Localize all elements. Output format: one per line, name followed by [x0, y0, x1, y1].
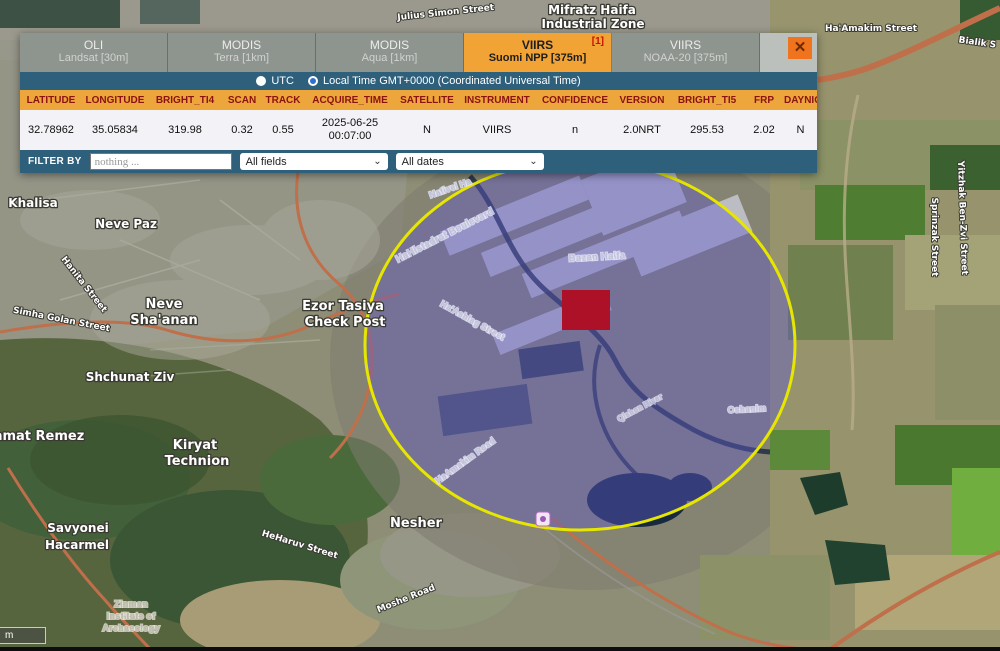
col-scan: SCAN: [222, 95, 262, 106]
harbor-water2: [140, 0, 200, 24]
map-label-haamakim-street: Ha'Amakim Street: [825, 24, 918, 34]
radio-icon: [256, 76, 266, 86]
cell-confidence: n: [536, 124, 614, 136]
dates-select-value: All dates: [402, 156, 444, 168]
utc-radio-option[interactable]: UTC: [256, 75, 294, 87]
map-label-neve-paz: Neve Paz: [95, 217, 157, 231]
col-bright-ti4: BRIGHT_TI4: [148, 95, 222, 106]
detection-radius-overlay: [365, 160, 795, 530]
bottom-strip: [0, 647, 1000, 651]
col-instrument: INSTRUMENT: [458, 95, 536, 106]
tab-bar: OLI Landsat [30m] MODIS Terra [1km] MODI…: [20, 33, 817, 72]
utc-label: UTC: [271, 75, 294, 87]
chevron-down-icon: ⌄: [373, 156, 381, 167]
filter-bar: FILTER BY All fields ⌄ All dates ⌄: [20, 150, 817, 173]
col-confidence: CONFIDENCE: [536, 95, 614, 106]
acquire-time: 00:07:00: [304, 130, 396, 143]
cell-latitude: 32.78962: [20, 124, 82, 136]
col-bright-ti5: BRIGHT_TI5: [670, 95, 744, 106]
map-label-industrial-zone: Industrial Zone: [541, 17, 644, 31]
fields-select[interactable]: All fields ⌄: [240, 153, 388, 170]
map-label-mifratz-haifa: Mifratz Haifa: [548, 3, 636, 17]
map-label-oshanim: Oshanim: [727, 403, 766, 415]
scale-bar: m: [0, 627, 46, 644]
map-label-technion: Technion: [165, 454, 230, 469]
filter-input[interactable]: [90, 153, 232, 170]
fields-select-value: All fields: [246, 156, 287, 168]
tab-sublabel: NOAA-20 [375m]: [612, 52, 759, 65]
tab-label: VIIRS: [464, 38, 611, 52]
map-label-neve-shaanan-2: Sha'anan: [130, 313, 197, 328]
table-header: LATITUDE LONGITUDE BRIGHT_TI4 SCAN TRACK…: [20, 90, 817, 110]
map-label-zinman: Zinman: [114, 599, 148, 610]
cell-instrument: VIIRS: [458, 124, 536, 136]
chevron-down-icon: ⌄: [529, 156, 537, 167]
acquire-date: 2025-06-25: [304, 117, 396, 130]
firms-map-stage: Julius Simon Street Mifratz Haifa Indust…: [0, 0, 1000, 651]
cell-version: 2.0NRT: [614, 124, 670, 136]
cell-acquire-time: 2025-06-25 00:07:00: [304, 117, 396, 143]
firms-data-popup: OLI Landsat [30m] MODIS Terra [1km] MODI…: [20, 33, 817, 173]
tab-modis-aqua[interactable]: MODIS Aqua [1km]: [316, 33, 464, 72]
tab-badge: [1]: [592, 36, 604, 47]
close-button[interactable]: ✕: [788, 37, 812, 59]
tab-label: MODIS: [316, 38, 463, 52]
map-label-institute-of: Institute of: [107, 611, 156, 622]
cell-longitude: 35.05834: [82, 124, 148, 136]
col-daynight: DAYNIGHT: [784, 95, 817, 106]
dates-select[interactable]: All dates ⌄: [396, 153, 544, 170]
map-label-neve-shaanan-1: Neve: [146, 297, 183, 312]
tab-sublabel: Aqua [1km]: [316, 52, 463, 65]
cell-track: 0.55: [262, 124, 304, 136]
fire-detection-marker[interactable]: [562, 290, 610, 330]
map-label-khalisa: Khalisa: [8, 196, 57, 210]
tab-sublabel: Suomi NPP [375m]: [464, 52, 611, 65]
cell-frp: 2.02: [744, 124, 784, 136]
map-label-ramat-remez: Ramat Remez: [0, 429, 84, 444]
map-label-ezor-tasiya: Ezor Tasiya: [302, 299, 384, 314]
cell-bright-ti4: 319.98: [148, 124, 222, 136]
map-label-kiryat: Kiryat: [173, 438, 217, 453]
tab-viirs-noaa-20[interactable]: VIIRS NOAA-20 [375m]: [612, 33, 760, 72]
cell-daynight: N: [784, 124, 817, 136]
map-label-savyonei: Savyonei: [47, 521, 108, 535]
tab-bar-filler: ✕: [760, 33, 817, 72]
poi-marker[interactable]: [536, 512, 550, 526]
local-time-label: Local Time GMT+0000 (Coordinated Univers…: [323, 75, 581, 87]
col-track: TRACK: [262, 95, 304, 106]
cell-satellite: N: [396, 124, 458, 136]
map-label-shchunat-ziv: Shchunat Ziv: [86, 370, 175, 384]
tab-sublabel: Terra [1km]: [168, 52, 315, 65]
map-label-sprinzak-street: Sprinzak Street: [929, 197, 939, 277]
tab-viirs-suomi-npp[interactable]: [1] VIIRS Suomi NPP [375m]: [464, 33, 612, 72]
col-acquire-time: ACQUIRE_TIME: [304, 95, 396, 106]
tab-label: OLI: [20, 38, 167, 52]
cell-bright-ti5: 295.53: [670, 124, 744, 136]
cell-scan: 0.32: [222, 124, 262, 136]
timezone-bar: UTC Local Time GMT+0000 (Coordinated Uni…: [20, 72, 817, 90]
tab-sublabel: Landsat [30m]: [20, 52, 167, 65]
local-time-radio-option[interactable]: Local Time GMT+0000 (Coordinated Univers…: [308, 75, 581, 87]
map-label-archaeology: Archaeology: [102, 623, 160, 634]
filter-by-label: FILTER BY: [28, 156, 82, 167]
col-longitude: LONGITUDE: [82, 95, 148, 106]
tab-modis-terra[interactable]: MODIS Terra [1km]: [168, 33, 316, 72]
tab-label: MODIS: [168, 38, 315, 52]
tab-oli-landsat[interactable]: OLI Landsat [30m]: [20, 33, 168, 72]
map-label-nesher: Nesher: [390, 516, 443, 531]
col-version: VERSION: [614, 95, 670, 106]
col-satellite: SATELLITE: [396, 95, 458, 106]
radio-selected-icon: [308, 76, 318, 86]
col-frp: FRP: [744, 95, 784, 106]
table-row[interactable]: 32.78962 35.05834 319.98 0.32 0.55 2025-…: [20, 110, 817, 150]
col-latitude: LATITUDE: [20, 95, 82, 106]
map-label-hacarmel: Hacarmel: [45, 538, 109, 552]
harbor-water: [0, 0, 120, 28]
map-label-check-post: Check Post: [305, 315, 386, 330]
tab-label: VIIRS: [612, 38, 759, 52]
